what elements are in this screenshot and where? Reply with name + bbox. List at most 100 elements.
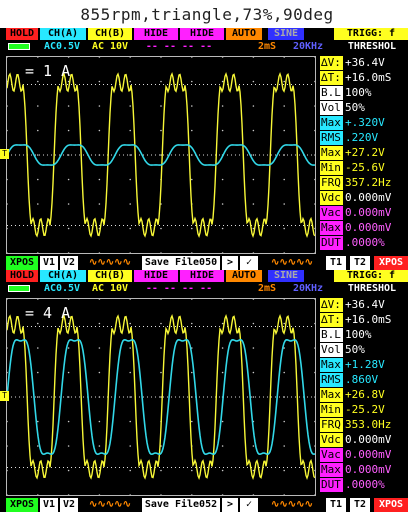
grid-dot [7, 469, 8, 472]
grid-dot [191, 227, 193, 230]
grid-dot [252, 80, 255, 83]
grid-dot [67, 347, 70, 349]
measurement-row: Max +.320V [320, 116, 408, 130]
sine-button[interactable]: SINE [268, 270, 304, 282]
trigger-marker-icon[interactable]: T [0, 391, 9, 401]
save-file-button[interactable]: Save File052 [142, 498, 220, 512]
waveform-display[interactable]: = 4 A [6, 298, 316, 496]
waveform-display[interactable]: = 1 A [6, 56, 316, 254]
grid-dot [7, 347, 8, 349]
battery-icon [6, 41, 34, 53]
grid-dot [98, 494, 101, 495]
channel-b-button[interactable]: CH(B) [88, 270, 132, 282]
next-button[interactable]: > [222, 498, 238, 512]
coupling-b-label: AC 10V [91, 283, 129, 294]
grid-dot [314, 57, 315, 58]
grid-dot [129, 227, 131, 230]
grid-dot [67, 105, 70, 107]
measurement-key: Max [320, 116, 343, 130]
measurement-value: +.320V [345, 116, 385, 129]
grid-dot [7, 494, 8, 495]
measurement-value: .0000% [345, 478, 385, 491]
measurement-value: +36.4V [345, 56, 385, 69]
measurement-row: Max 0.000mV [320, 221, 408, 235]
channel-b-button[interactable]: CH(B) [88, 28, 132, 40]
hide-button[interactable]: HIDE [180, 28, 224, 40]
inactive-readouts: -- -- -- -- [145, 283, 213, 294]
grid-dot [98, 299, 101, 300]
measurement-key: ∆V: [320, 298, 343, 312]
grid-dot [221, 322, 224, 325]
t1-button[interactable]: T1 [326, 498, 346, 512]
trigger-button[interactable]: TRIGG: f [334, 270, 408, 282]
t1-button[interactable]: T1 [326, 256, 346, 270]
coupling-a-label: AC0.5V [43, 283, 81, 294]
trigger-button[interactable]: TRIGG: f [334, 28, 408, 40]
measurement-row: Max 0.000mV [320, 463, 408, 477]
grid-dot [129, 420, 131, 423]
hold-button[interactable]: HOLD [6, 28, 38, 40]
measurement-key: Max [320, 146, 343, 160]
v1-button[interactable]: V1 [40, 498, 58, 512]
hide-button[interactable]: HIDE [180, 270, 224, 282]
trigger-marker-icon[interactable]: T [0, 149, 9, 159]
status-bar: HOLD CH(A) CH(B) HIDE HIDE AUTO SINE TRIGG: f [6, 270, 408, 282]
grid-dot [191, 105, 193, 107]
grid-dot [98, 178, 101, 181]
grid-dot [67, 469, 70, 472]
grid-dot [283, 469, 286, 472]
measurement-value: 0.000mV [345, 221, 392, 234]
grid-dot [283, 105, 286, 107]
xpos-button[interactable]: XPOS [6, 498, 38, 512]
grid-dot [67, 445, 70, 447]
grid-dot [221, 57, 224, 58]
grid-dot [314, 396, 315, 398]
hold-button[interactable]: HOLD [6, 270, 38, 282]
grid-dot [7, 252, 8, 253]
next-button[interactable]: > [222, 256, 238, 270]
hide-button[interactable]: HIDE [134, 270, 178, 282]
t2-button[interactable]: T2 [350, 498, 370, 512]
grid-dot [37, 57, 39, 58]
measurement-value: -25.2V [345, 403, 385, 416]
grid-dot [283, 178, 286, 181]
grid-dot [37, 203, 39, 205]
status-bar: HOLD CH(A) CH(B) HIDE HIDE AUTO SINE TRIGG: f [6, 28, 408, 40]
v2-button[interactable]: V2 [60, 498, 78, 512]
auto-button[interactable]: AUTO [226, 28, 262, 40]
grid-dot [191, 371, 193, 374]
grid-dot [7, 105, 8, 107]
xpos-button[interactable]: XPOS [374, 498, 408, 512]
grid-dot [67, 396, 70, 398]
grid-dot [160, 322, 162, 325]
channel-a-button[interactable]: CH(A) [40, 270, 86, 282]
check-icon[interactable]: ✓ [240, 256, 258, 270]
grid-dot [98, 57, 101, 58]
threshold-label: THRESHOL [347, 41, 397, 52]
grid-dot [37, 396, 39, 398]
measurement-row: B.L 100% [320, 328, 408, 342]
auto-button[interactable]: AUTO [226, 270, 262, 282]
grid-dot [314, 252, 315, 253]
grid-dot [7, 371, 8, 374]
xpos-button[interactable]: XPOS [374, 256, 408, 270]
v1-button[interactable]: V1 [40, 256, 58, 270]
hide-button[interactable]: HIDE [134, 28, 178, 40]
measurement-value: +16.0mS [345, 71, 392, 84]
grid-dot [160, 80, 162, 83]
waveform-plot [7, 57, 315, 253]
measurement-row: Vol 50% [320, 101, 408, 115]
measurement-row: ∆T: +16.0mS [320, 71, 408, 85]
t2-button[interactable]: T2 [350, 256, 370, 270]
save-file-button[interactable]: Save File050 [142, 256, 220, 270]
v2-button[interactable]: V2 [60, 256, 78, 270]
sine-button[interactable]: SINE [268, 28, 304, 40]
grid-dot [314, 494, 315, 495]
channel-a-button[interactable]: CH(A) [40, 28, 86, 40]
measurement-value: 357.2Hz [345, 176, 392, 189]
grid-dot [37, 494, 39, 495]
measurement-key: Max [320, 358, 343, 372]
measurement-key: Max [320, 388, 343, 402]
xpos-button[interactable]: XPOS [6, 256, 38, 270]
check-icon[interactable]: ✓ [240, 498, 258, 512]
